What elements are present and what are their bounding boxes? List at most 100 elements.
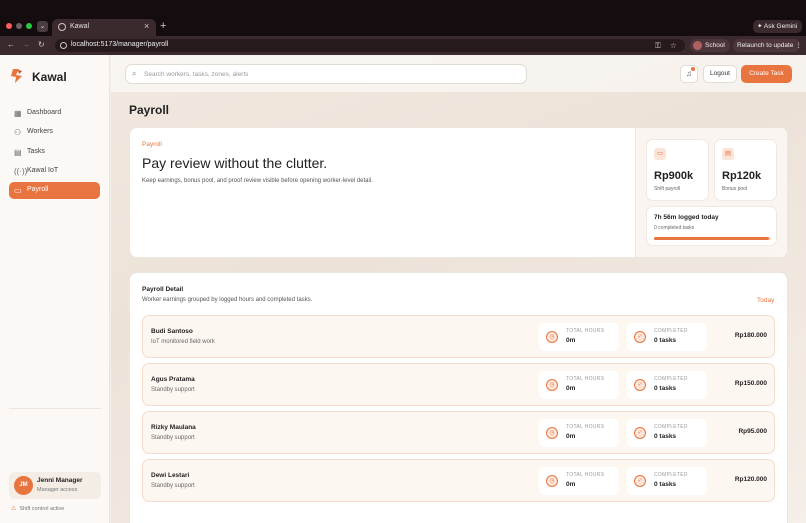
stat-bonus-pool: ▤ Rp120k Bonus pool (714, 139, 777, 201)
user-card[interactable]: JM Jenni Manager Manager access (9, 472, 101, 499)
relaunch-button[interactable]: Relaunch to update ⋮ (733, 39, 802, 52)
stat-shift-payroll: ▭ Rp900k Shift payroll (646, 139, 709, 201)
metric-value: 0m (566, 481, 576, 488)
clipboard-icon: ▤ (14, 148, 22, 157)
back-arrow-icon[interactable]: ← (7, 40, 15, 49)
grid-icon: ▦ (14, 109, 22, 118)
kawal-logo-icon (11, 69, 22, 83)
sidebar-item-workers[interactable]: ⚇ Workers (9, 124, 100, 141)
sparkle-icon: ✦ (757, 23, 764, 30)
search-placeholder: Search workers, tasks, zones, alerts (144, 71, 249, 78)
browser-tab[interactable]: Kawal × (52, 19, 156, 36)
payroll-amount: Rp120.000 (734, 476, 767, 483)
shift-status: ⚠ Shift control active (11, 505, 64, 512)
shift-status-label: Shift control active (19, 506, 65, 512)
period-filter[interactable]: Today (757, 297, 774, 304)
search-icon: ⌕ (132, 69, 137, 78)
reload-icon[interactable]: ↻ (38, 40, 45, 49)
total-hours-metric: ◷ TOTAL HOURS 0m (539, 371, 619, 399)
window-close-button[interactable] (6, 23, 12, 29)
forward-arrow-icon[interactable]: → (22, 40, 30, 49)
worker-name: Rizky Maulana (151, 424, 196, 431)
sidebar-item-dashboard[interactable]: ▦ Dashboard (9, 105, 100, 122)
window-minimize-button[interactable] (16, 23, 22, 29)
address-bar[interactable]: localhost:5173/manager/payroll ⚿ ☆ (55, 39, 685, 52)
hero-description: Keep earnings, bonus pool, and proof rev… (142, 178, 373, 184)
worker-name: Agus Pratama (151, 376, 195, 383)
bookmark-star-icon[interactable]: ☆ (670, 41, 677, 50)
sidebar-item-tasks[interactable]: ▤ Tasks (9, 144, 100, 161)
metric-label: TOTAL HOURS (566, 472, 605, 478)
tab-close-icon[interactable]: × (144, 21, 149, 31)
metric-label: TOTAL HOURS (566, 376, 605, 382)
stat-value: Rp900k (654, 170, 694, 182)
payroll-detail-subtitle: Worker earnings grouped by logged hours … (142, 297, 313, 303)
users-icon: ⚇ (14, 128, 22, 137)
clock-icon: ◷ (546, 379, 558, 391)
tab-search-icon[interactable]: ⌄ (37, 21, 48, 32)
key-icon[interactable]: ⚿ (655, 41, 661, 51)
table-row[interactable]: Budi Santoso IoT monitored field work ◷ … (142, 315, 775, 358)
logged-today-card: 7h 56m logged today 0 completed tasks (646, 206, 777, 246)
worker-role: Standby support (151, 387, 195, 393)
check-circle-icon: ✓ (634, 379, 646, 391)
logout-button[interactable]: Logout (703, 65, 737, 83)
avatar: JM (14, 476, 33, 495)
sidebar-item-kawal-iot[interactable]: ((·)) Kawal IoT (9, 163, 100, 180)
sidebar-item-payroll[interactable]: ▭ Payroll (9, 182, 100, 199)
new-tab-button[interactable]: + (160, 20, 166, 32)
table-row[interactable]: Agus Pratama Standby support ◷ TOTAL HOU… (142, 363, 775, 406)
clipboard-icon: ▤ (722, 148, 734, 160)
metric-label: TOTAL HOURS (566, 424, 605, 430)
total-hours-metric: ◷ TOTAL HOURS 0m (539, 419, 619, 447)
metric-label: COMPLETED (654, 328, 688, 334)
page-title: Payroll (129, 103, 170, 117)
window-zoom-button[interactable] (26, 23, 32, 29)
wallet-icon: ▭ (654, 148, 666, 160)
check-circle-icon: ✓ (634, 475, 646, 487)
metric-value: 0 tasks (654, 385, 677, 392)
stat-label: Shift payroll (654, 186, 681, 192)
metric-value: 0m (566, 433, 576, 440)
stat-label: Bonus pool (722, 186, 748, 192)
metric-label: COMPLETED (654, 376, 688, 382)
globe-icon (58, 23, 66, 31)
clock-icon: ◷ (546, 427, 558, 439)
stat-value: Rp120k (722, 170, 762, 182)
create-task-button[interactable]: Create Task (741, 65, 792, 83)
worker-name: Dewi Lestari (151, 472, 190, 479)
completed-metric: ✓ COMPLETED 0 tasks (627, 419, 707, 447)
notifications-button[interactable]: ♫ (680, 65, 698, 83)
profile-chip[interactable]: School (690, 39, 730, 52)
profile-avatar (693, 41, 702, 50)
wallet-icon: ▭ (14, 186, 22, 195)
url-text: localhost:5173/manager/payroll (71, 41, 169, 48)
search-input[interactable]: ⌕ Search workers, tasks, zones, alerts (125, 64, 527, 84)
logged-progress-bar (654, 237, 771, 240)
metric-value: 0 tasks (654, 481, 677, 488)
payroll-amount: Rp95.000 (738, 428, 767, 435)
site-info-icon[interactable] (60, 42, 67, 49)
profile-name: School (705, 42, 725, 49)
table-row[interactable]: Dewi Lestari Standby support ◷ TOTAL HOU… (142, 459, 775, 502)
worker-role: Standby support (151, 483, 195, 489)
metric-value: 0 tasks (654, 337, 677, 344)
ask-gemini-button[interactable]: ✦ Ask Gemini (753, 20, 802, 33)
brand-name: Kawal (32, 70, 67, 84)
check-circle-icon: ✓ (634, 427, 646, 439)
payroll-detail-title: Payroll Detail (142, 286, 184, 293)
table-row[interactable]: Rizky Maulana Standby support ◷ TOTAL HO… (142, 411, 775, 454)
hero-eyebrow: Payroll (142, 141, 162, 148)
metric-label: COMPLETED (654, 424, 688, 430)
sidebar-item-label: Payroll (27, 186, 49, 193)
payroll-amount: Rp150.000 (734, 380, 767, 387)
more-vert-icon: ⋮ (793, 42, 802, 49)
signal-icon: ((·)) (14, 167, 28, 176)
hero-title: Pay review without the clutter. (142, 155, 328, 171)
total-hours-metric: ◷ TOTAL HOURS 0m (539, 467, 619, 495)
worker-name: Budi Santoso (151, 328, 193, 335)
user-role: Manager access (37, 487, 78, 493)
metric-label: COMPLETED (654, 472, 688, 478)
sidebar-item-label: Workers (27, 128, 53, 135)
metric-label: TOTAL HOURS (566, 328, 605, 334)
